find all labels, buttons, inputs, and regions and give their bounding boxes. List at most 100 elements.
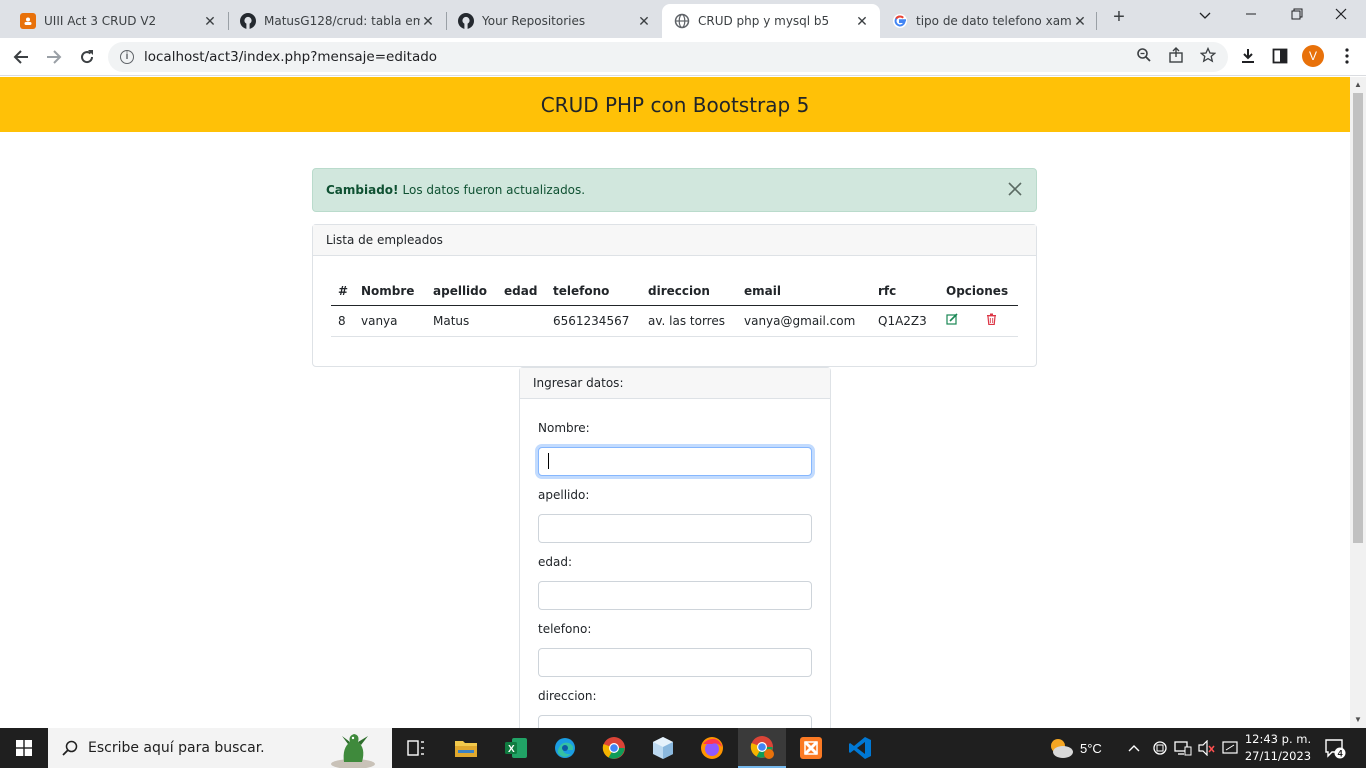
close-icon[interactable]: ✕ — [202, 13, 218, 30]
new-tab-button[interactable]: + — [1108, 6, 1130, 28]
tab-search-icon[interactable] — [1190, 4, 1220, 26]
forward-button[interactable] — [42, 45, 66, 69]
employee-list-card: Lista de empleados # Nombre apellido eda… — [312, 224, 1037, 367]
cell-apellido: Matus — [426, 305, 497, 337]
direccion-label: direccion: — [538, 689, 597, 703]
excel-icon[interactable]: X — [492, 728, 540, 768]
nombre-input[interactable] — [538, 447, 812, 476]
task-view-icon[interactable] — [392, 728, 440, 768]
meet-now-icon[interactable] — [1152, 728, 1168, 768]
notification-count: 4 — [1338, 749, 1343, 759]
taskbar-search-box[interactable]: Escribe aquí para buscar. — [48, 728, 392, 769]
apellido-label: apellido: — [538, 488, 590, 502]
cell-rfc: Q1A2Z3 — [871, 305, 939, 337]
windows-taskbar: Escribe aquí para buscar. X 5°C 12:43 p.… — [0, 728, 1366, 769]
3d-viewer-icon[interactable] — [639, 728, 687, 768]
chrome-profile-active-icon[interactable] — [738, 728, 786, 768]
telefono-input[interactable] — [538, 648, 812, 677]
edge-icon[interactable] — [541, 728, 589, 768]
cell-email: vanya@gmail.com — [737, 305, 871, 337]
address-bar[interactable]: i localhost/act3/index.php?mensaje=edita… — [108, 42, 1228, 72]
minimize-icon[interactable] — [1236, 4, 1266, 26]
clock-time: 12:43 p. m. — [1244, 732, 1312, 746]
side-panel-icon[interactable] — [1269, 45, 1291, 67]
taskbar-clock[interactable]: 12:43 p. m. 27/11/2023 — [1243, 731, 1313, 765]
apellido-input[interactable] — [538, 514, 812, 543]
telefono-label: telefono: — [538, 622, 592, 636]
notification-center-icon[interactable]: 4 — [1324, 728, 1346, 768]
close-icon[interactable]: ✕ — [854, 13, 870, 30]
google-icon — [892, 13, 908, 29]
cell-nombre: vanya — [354, 305, 426, 337]
reload-button[interactable] — [75, 45, 99, 69]
info-icon[interactable]: i — [120, 50, 134, 64]
list-card-header: Lista de empleados — [313, 225, 1036, 256]
back-button[interactable] — [9, 45, 33, 69]
close-window-icon[interactable] — [1326, 4, 1356, 26]
data-entry-card: Ingresar datos: Nombre: apellido: edad: … — [519, 367, 831, 728]
network-icon[interactable] — [1174, 728, 1192, 768]
share-icon[interactable] — [1166, 45, 1186, 65]
github-icon — [458, 13, 474, 29]
delete-icon[interactable] — [986, 313, 998, 326]
table-header-row: # Nombre apellido edad telefono direccio… — [331, 277, 1018, 306]
table-row: 8 vanya Matus 6561234567 av. las torres … — [331, 305, 1018, 337]
scrollbar-thumb[interactable] — [1353, 93, 1363, 543]
edad-input[interactable] — [538, 581, 812, 610]
language-icon[interactable] — [1222, 728, 1238, 768]
employee-table: # Nombre apellido edad telefono direccio… — [331, 277, 1018, 337]
close-icon[interactable]: ✕ — [1072, 13, 1088, 30]
tray-chevron-icon[interactable] — [1128, 728, 1140, 768]
cell-id: 8 — [331, 305, 354, 337]
navbar-title: CRUD PHP con Bootstrap 5 — [540, 92, 810, 117]
column-header-email: email — [737, 277, 871, 306]
clock-date: 27/11/2023 — [1244, 749, 1312, 763]
weather-widget[interactable]: 5°C — [1048, 728, 1102, 768]
alert-strong: Cambiado! — [326, 183, 399, 197]
restore-icon[interactable] — [1282, 4, 1312, 26]
profile-avatar[interactable]: V — [1302, 45, 1324, 67]
scroll-down-arrow[interactable]: ▼ — [1350, 712, 1366, 728]
navbar: CRUD PHP con Bootstrap 5 — [0, 77, 1350, 132]
chrome-icon[interactable] — [590, 728, 638, 768]
scroll-up-arrow[interactable]: ▲ — [1350, 77, 1366, 93]
tab-your-repositories[interactable]: Your Repositories ✕ — [446, 4, 662, 38]
tab-uiii-act3[interactable]: UIII Act 3 CRUD V2 ✕ — [8, 4, 228, 38]
windows-start-button[interactable] — [0, 728, 48, 768]
alert-close-button[interactable] — [1006, 180, 1024, 198]
classroom-icon — [20, 13, 36, 29]
file-explorer-icon[interactable] — [442, 728, 490, 768]
column-header-rfc: rfc — [871, 277, 939, 306]
bookmark-star-icon[interactable] — [1198, 45, 1218, 65]
edad-label: edad: — [538, 555, 573, 569]
menu-kebab-icon[interactable] — [1336, 45, 1358, 67]
page-scrollbar[interactable]: ▲ ▼ — [1350, 77, 1366, 728]
column-header-apellido: apellido — [426, 277, 497, 306]
column-header-telefono: telefono — [546, 277, 641, 306]
success-alert: Cambiado! Los datos fueron actualizados. — [312, 168, 1037, 212]
column-header-opciones: Opciones — [939, 277, 1018, 306]
vscode-icon[interactable] — [836, 728, 884, 768]
data-entry-form: Nombre: apellido: edad: telefono: direcc… — [520, 399, 830, 728]
github-icon — [240, 13, 256, 29]
tab-tipo-dato-telefono[interactable]: tipo de dato telefono xamp ✕ — [880, 4, 1098, 38]
alert-text: Los datos fueron actualizados. — [402, 183, 586, 197]
xampp-icon[interactable] — [787, 728, 835, 768]
direccion-input[interactable] — [538, 715, 812, 728]
form-card-header: Ingresar datos: — [520, 368, 830, 399]
download-icon[interactable] — [1237, 45, 1259, 67]
close-icon[interactable]: ✕ — [636, 13, 652, 30]
column-header-edad: edad — [497, 277, 546, 306]
close-icon[interactable]: ✕ — [420, 13, 436, 30]
text-caret — [548, 453, 549, 469]
edit-icon[interactable] — [946, 313, 958, 325]
weather-cloud-sun-icon — [1051, 739, 1073, 758]
tab-matusg128-crud[interactable]: MatusG128/crud: tabla emp ✕ — [228, 4, 446, 38]
volume-muted-icon[interactable] — [1198, 728, 1216, 768]
zoom-icon[interactable] — [1134, 45, 1154, 65]
url-text[interactable]: localhost/act3/index.php?mensaje=editado — [144, 49, 437, 65]
tab-crud-php-mysql[interactable]: CRUD php y mysql b5 ✕ — [662, 4, 880, 38]
column-header-nombre: Nombre — [354, 277, 426, 306]
dragon-illustration-icon — [330, 730, 376, 773]
firefox-icon[interactable] — [688, 728, 736, 768]
